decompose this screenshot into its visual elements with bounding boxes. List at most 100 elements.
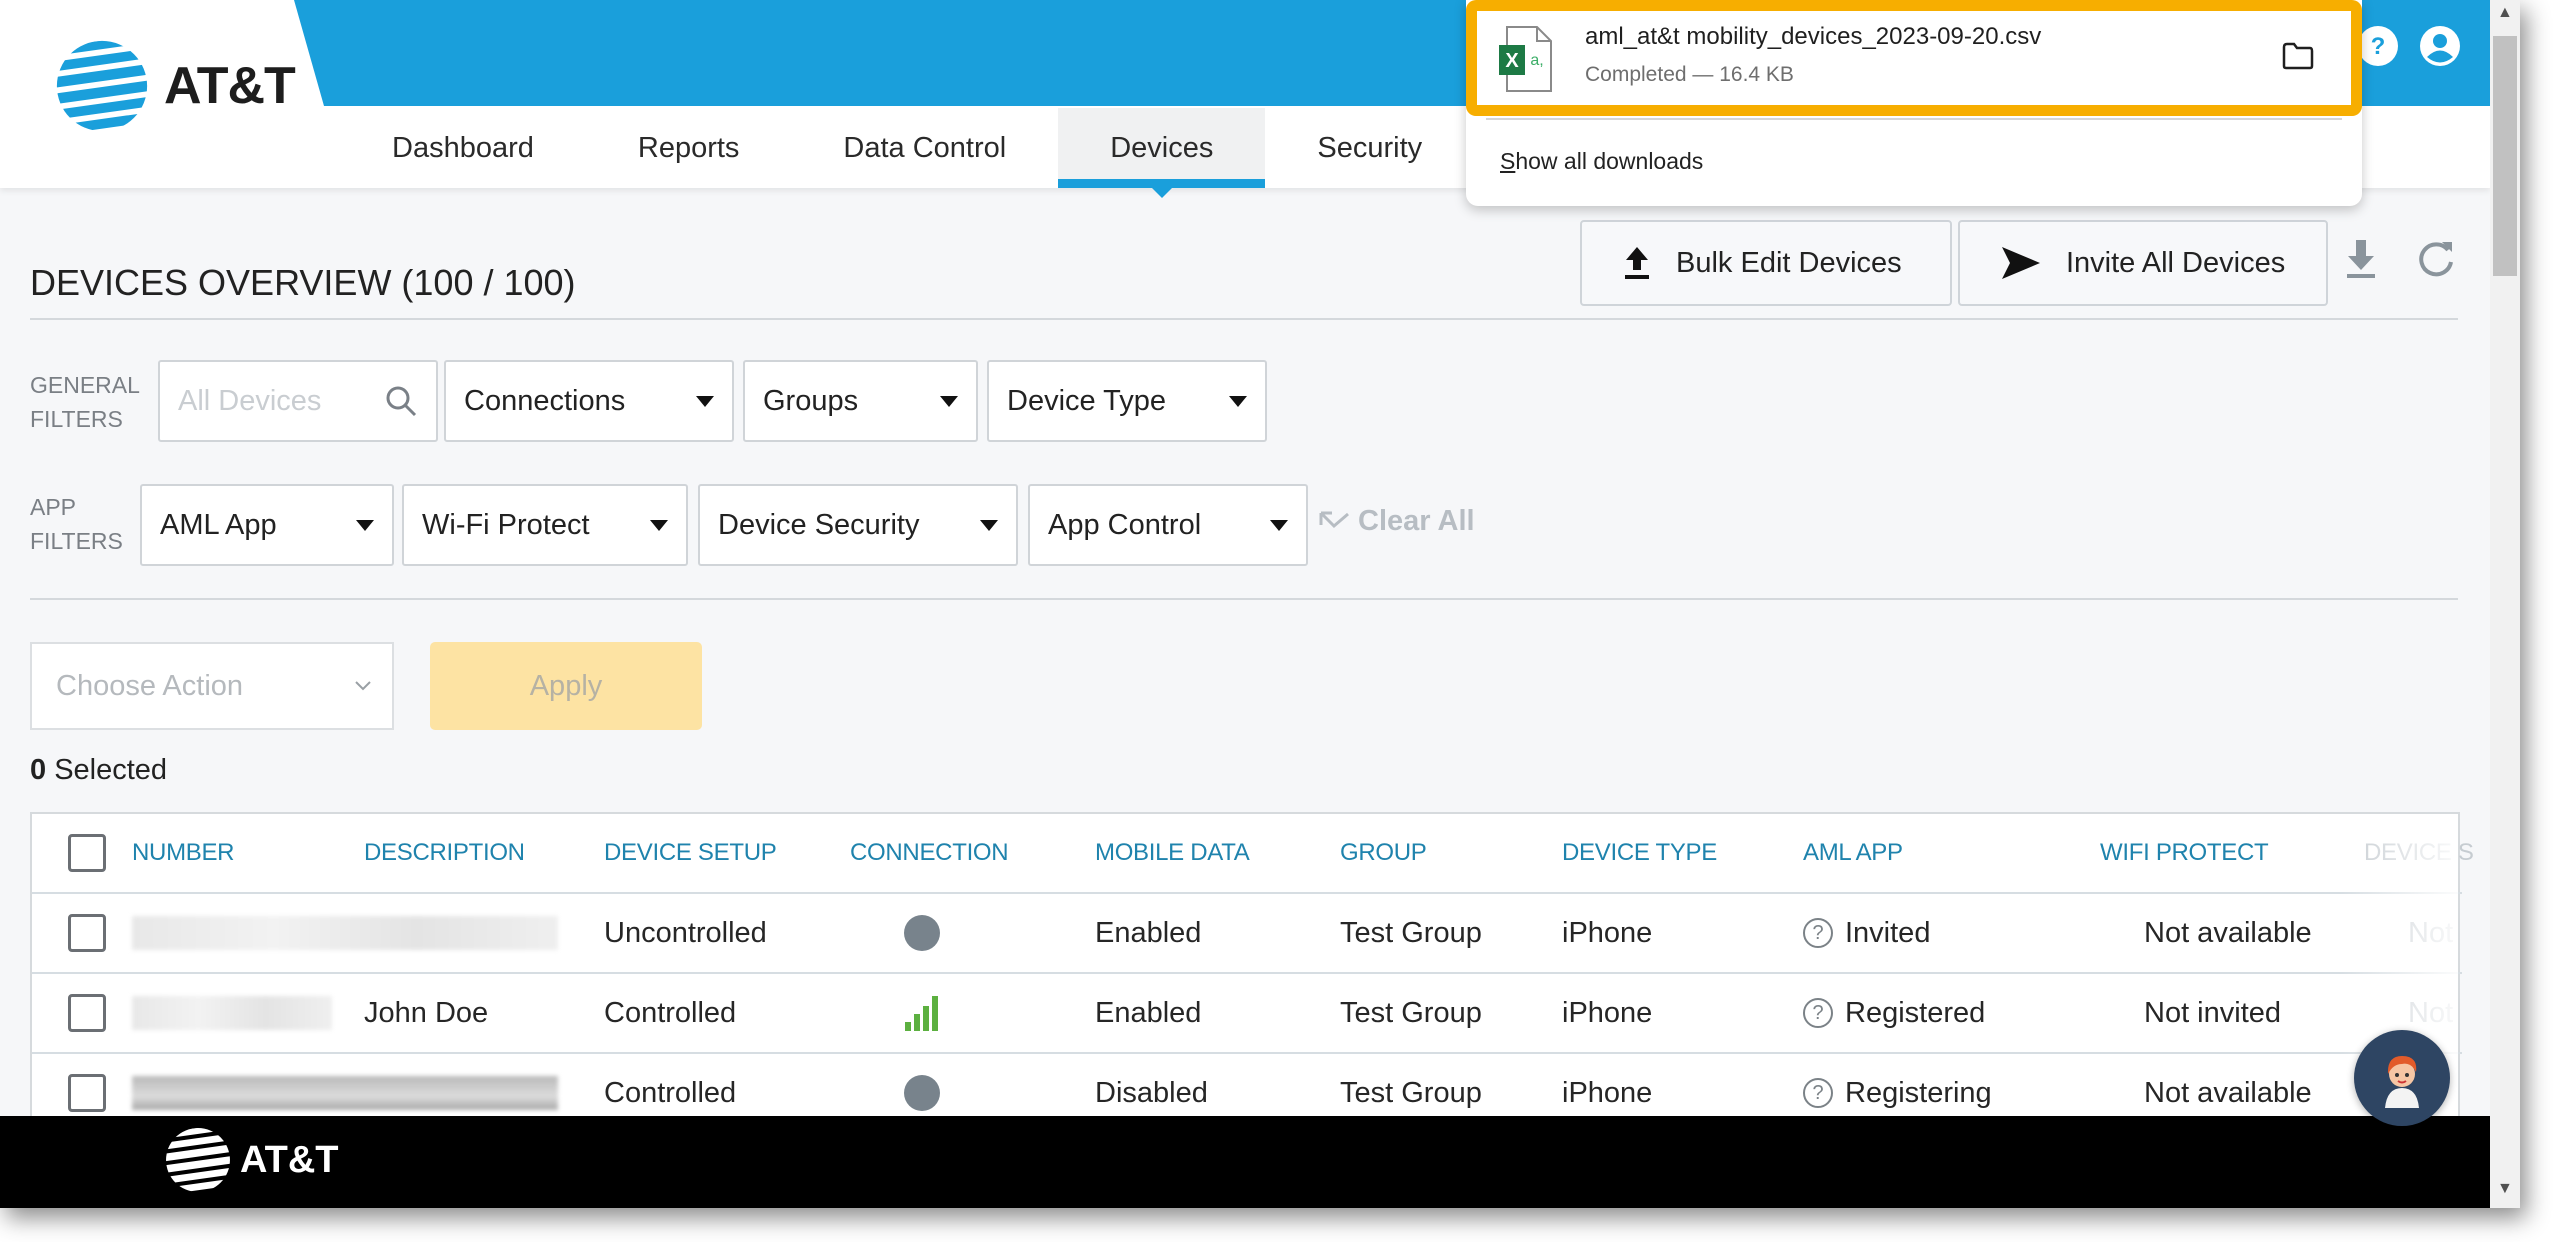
mobile-data-cell: Enabled [1095, 916, 1202, 949]
vertical-scrollbar[interactable]: ▲ ▼ [2490, 0, 2520, 1208]
divider [1486, 118, 2342, 120]
row-checkbox[interactable] [68, 1074, 106, 1112]
column-header-device-type[interactable]: DEVICE TYPE [1562, 814, 1717, 892]
aml-app-cell: Registering [1845, 1076, 1992, 1109]
aml-app-cell: Invited [1845, 916, 1931, 949]
divider [30, 598, 2458, 600]
chat-assistant-button[interactable] [2354, 1030, 2450, 1126]
nav-security[interactable]: Security [1265, 108, 1474, 188]
clear-filter-icon [1319, 511, 1349, 528]
group-cell: Test Group [1340, 916, 1482, 949]
download-status: Completed — 16.4 KB [1585, 63, 1794, 86]
svg-text:a,: a, [1530, 52, 1543, 69]
device-security-filter-dropdown[interactable]: Device Security [698, 484, 1018, 566]
caret-down-icon [980, 519, 998, 531]
page-footer: AT&T [0, 1116, 2490, 1208]
help-circle-icon[interactable]: ? [1803, 918, 1833, 948]
app-filters-label: APP FILTERS [30, 494, 123, 554]
table-row[interactable]: John Doe Controlled Enabled Test Group i… [32, 974, 2462, 1054]
caret-down-icon [1270, 519, 1288, 531]
clear-all-label: Clear All [1358, 505, 1475, 537]
brand-name: AT&T [164, 57, 296, 115]
mobile-data-cell: Enabled [1095, 996, 1202, 1029]
signal-strength-icon [905, 996, 938, 1031]
aml-app-filter-dropdown[interactable]: AML App [140, 484, 394, 566]
nav-dashboard[interactable]: Dashboard [340, 108, 586, 188]
app-control-filter-dropdown[interactable]: App Control [1028, 484, 1308, 566]
scroll-up-arrow-icon[interactable]: ▲ [2497, 4, 2513, 22]
column-header-device-security[interactable]: DEVICE S [2364, 814, 2474, 892]
connections-filter-dropdown[interactable]: Connections [444, 360, 734, 442]
download-file-name[interactable]: aml_at&t mobility_devices_2023-09-20.csv [1585, 23, 2041, 51]
excel-csv-file-icon: X a, [1499, 26, 1552, 92]
help-icon[interactable]: ? [2356, 24, 2400, 68]
divider [30, 318, 2458, 320]
wifi-protect-cell: Not invited [2144, 996, 2282, 1029]
offline-status-icon [904, 915, 940, 951]
device-type-cell: iPhone [1562, 916, 1653, 949]
caret-down-icon [696, 395, 714, 407]
wifi-protect-filter-dropdown[interactable]: Wi-Fi Protect [402, 484, 688, 566]
svg-text:X: X [1505, 50, 1519, 72]
selected-count: 0 Selected [30, 754, 168, 786]
clear-all-filters-button[interactable]: Clear All [1318, 505, 1475, 538]
att-logo[interactable]: AT&T [54, 38, 296, 134]
footer-att-logo[interactable]: AT&T [164, 1126, 339, 1194]
select-all-checkbox[interactable] [68, 834, 106, 872]
browser-window: AT&T Dashboard Reports Data Control Devi… [0, 0, 2520, 1208]
invite-all-devices-button[interactable]: Invite All Devices [1958, 220, 2328, 306]
nav-reports[interactable]: Reports [586, 108, 792, 188]
choose-action-placeholder: Choose Action [56, 669, 244, 702]
nav-data-control[interactable]: Data Control [791, 108, 1058, 188]
device-type-filter-dropdown[interactable]: Device Type [987, 360, 1267, 442]
row-checkbox[interactable] [68, 994, 106, 1032]
aml-app-filter-label: AML App [160, 508, 277, 541]
redacted-number [132, 1076, 558, 1110]
download-icon[interactable] [2344, 238, 2378, 280]
groups-filter-label: Groups [763, 384, 859, 417]
apply-button[interactable]: Apply [430, 642, 702, 730]
caret-down-icon [356, 519, 374, 531]
column-header-device-setup[interactable]: DEVICE SETUP [604, 814, 777, 892]
bulk-edit-devices-button[interactable]: Bulk Edit Devices [1580, 220, 1952, 306]
folder-icon[interactable] [2281, 41, 2315, 71]
search-icon [386, 386, 417, 417]
caret-down-icon [1229, 395, 1247, 407]
column-header-group[interactable]: GROUP [1340, 814, 1427, 892]
downloads-popup: X a, aml_at&t mobility_devices_2023-09-2… [1466, 0, 2362, 206]
device-search-input[interactable]: All Devices [158, 360, 438, 442]
offline-status-icon [904, 1075, 940, 1111]
connections-filter-label: Connections [464, 384, 626, 417]
svg-text:?: ? [2371, 33, 2386, 60]
invite-all-label: Invite All Devices [2066, 246, 2286, 279]
device-setup-cell: Uncontrolled [604, 916, 767, 949]
group-cell: Test Group [1340, 996, 1482, 1029]
header-icons: ? [2356, 24, 2462, 68]
device-type-filter-label: Device Type [1007, 384, 1167, 417]
refresh-icon[interactable] [2416, 238, 2456, 280]
column-header-aml-app[interactable]: AML APP [1803, 814, 1903, 892]
help-circle-icon[interactable]: ? [1803, 998, 1833, 1028]
nav-devices[interactable]: Devices [1058, 108, 1266, 198]
user-profile-icon[interactable] [2418, 24, 2462, 68]
row-checkbox[interactable] [68, 914, 106, 952]
chevron-down-icon [355, 681, 371, 691]
show-all-downloads-link[interactable]: Show all downloads [1500, 148, 1703, 175]
help-circle-icon[interactable]: ? [1803, 1078, 1833, 1108]
download-item[interactable]: X a, aml_at&t mobility_devices_2023-09-2… [1466, 0, 2362, 116]
search-placeholder: All Devices [178, 384, 322, 417]
device-type-cell: iPhone [1562, 996, 1653, 1029]
column-header-connection[interactable]: CONNECTION [850, 814, 1009, 892]
caret-down-icon [940, 395, 958, 407]
groups-filter-dropdown[interactable]: Groups [743, 360, 978, 442]
column-header-wifi-protect[interactable]: WIFI PROTECT [2100, 814, 2269, 892]
table-row[interactable]: Uncontrolled Enabled Test Group iPhone ?… [32, 894, 2462, 974]
column-header-description[interactable]: DESCRIPTION [364, 814, 525, 892]
scroll-down-arrow-icon[interactable]: ▼ [2497, 1180, 2513, 1198]
scrollbar-thumb[interactable] [2493, 36, 2517, 276]
choose-action-select[interactable]: Choose Action [30, 642, 394, 730]
column-header-number[interactable]: NUMBER [132, 814, 235, 892]
column-header-mobile-data[interactable]: MOBILE DATA [1095, 814, 1250, 892]
wifi-protect-filter-label: Wi-Fi Protect [422, 508, 590, 541]
description-cell: John Doe [364, 996, 489, 1029]
